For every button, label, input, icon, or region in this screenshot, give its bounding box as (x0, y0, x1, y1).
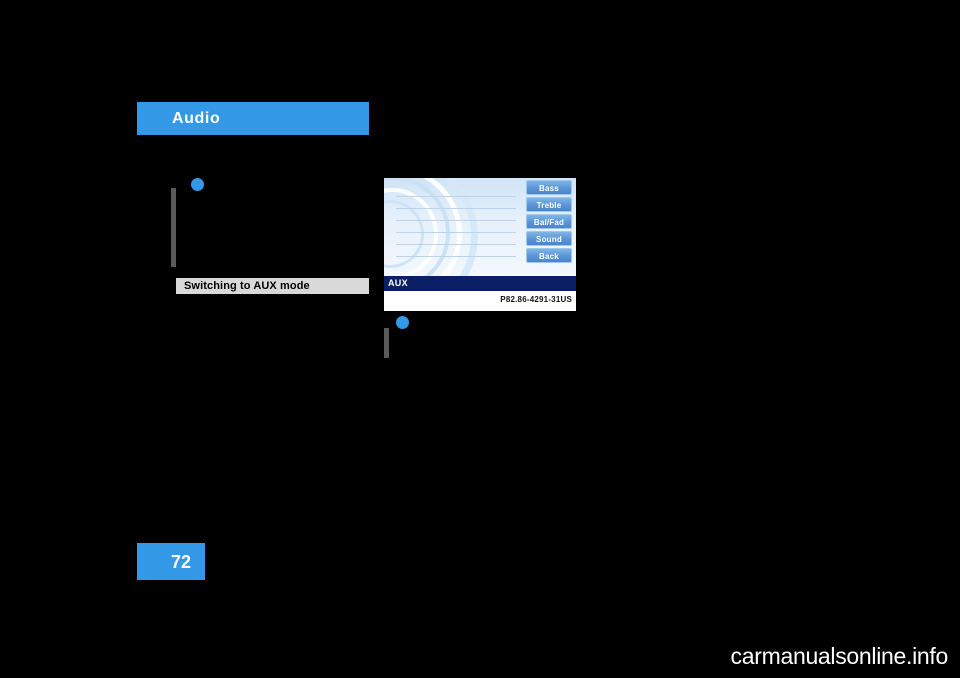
status-label-aux: AUX (388, 278, 408, 288)
page-title: Audio (172, 110, 221, 127)
aux-screen-figure: Bass Treble Bal/Fad Sound Back AUX P82.8… (384, 178, 576, 311)
watermark-label: carmanualsonline.info (730, 643, 949, 669)
page-number-label: 72 (171, 552, 192, 572)
screen-button-treble[interactable]: Treble (526, 197, 572, 212)
subheading-label: Switching to AUX mode (184, 280, 310, 292)
section-header-banner: Audio (137, 102, 369, 135)
screen-button-balfad[interactable]: Bal/Fad (526, 214, 572, 229)
screen-line (396, 232, 516, 233)
filled-circle-bullet-icon (191, 178, 204, 191)
left-change-bar (171, 188, 176, 267)
screen-line (396, 220, 516, 221)
screen-button-bass[interactable]: Bass (526, 180, 572, 195)
screen-status-bar: AUX (384, 276, 576, 291)
right-change-bar (384, 328, 389, 358)
figure-code-label: P82.86-4291-31US (500, 295, 572, 304)
screen-display-area: Bass Treble Bal/Fad Sound Back (384, 178, 576, 276)
screen-button-back[interactable]: Back (526, 248, 572, 263)
screen-line (396, 244, 516, 245)
screen-button-column: Bass Treble Bal/Fad Sound Back (526, 180, 574, 265)
subheading-bar: Switching to AUX mode (176, 278, 369, 294)
screen-line (396, 256, 516, 257)
page-number-tab: 72 (137, 543, 205, 580)
screen-line (396, 196, 516, 197)
screen-button-sound[interactable]: Sound (526, 231, 572, 246)
screen-line (396, 208, 516, 209)
figure-caption-area: P82.86-4291-31US (384, 291, 576, 311)
filled-circle-bullet-icon (396, 316, 409, 329)
left-text-column: Switching to AUX mode (171, 174, 369, 304)
